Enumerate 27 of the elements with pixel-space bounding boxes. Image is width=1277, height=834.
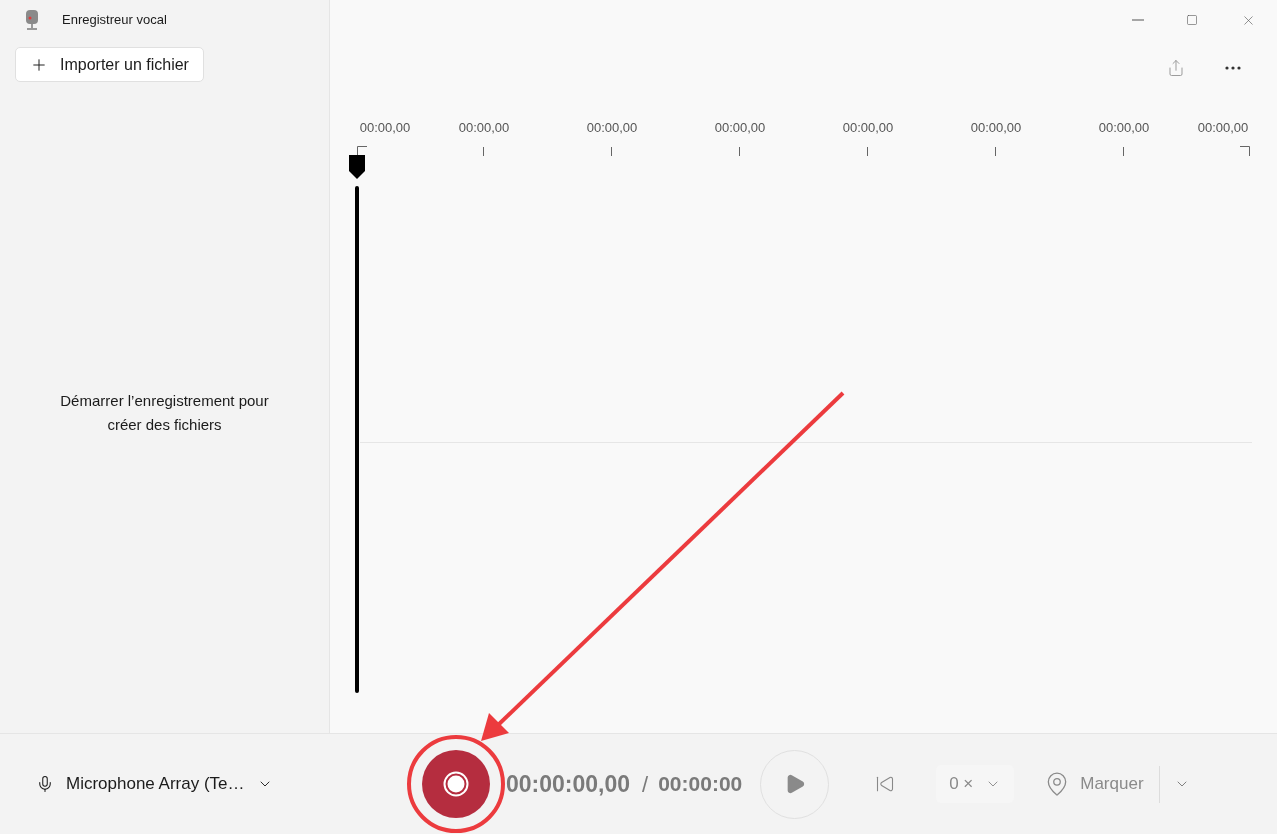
elapsed-time: 00:00:00,00 xyxy=(506,769,631,799)
timeline-time-label: 00:00,00 xyxy=(1098,119,1150,137)
timeline-time-label: 00:00,00 xyxy=(359,119,411,137)
window-title: Enregistreur vocal xyxy=(62,11,167,30)
record-button[interactable] xyxy=(422,750,490,818)
playhead-marker-icon xyxy=(349,155,365,179)
timeline-time-label: 00:00,00 xyxy=(842,119,894,137)
timeline-time-label: 00:00,00 xyxy=(458,119,510,137)
more-icon xyxy=(1225,65,1241,70)
timeline-time-label: 00:00,00 xyxy=(714,119,766,137)
import-file-button[interactable]: Importer un fichier xyxy=(15,47,204,82)
timeline-time-label: 00:00,00 xyxy=(586,119,638,137)
timeline-time-label: 00:00,00 xyxy=(970,119,1022,137)
total-duration: 00:00:00 xyxy=(658,771,743,798)
skip-back-icon xyxy=(875,774,896,794)
time-separator: / xyxy=(642,770,649,799)
maximize-icon xyxy=(1185,14,1198,26)
share-icon xyxy=(1167,58,1185,77)
timeline-time-label: 00:00,00 xyxy=(1197,119,1249,137)
empty-state-message: Démarrer l’enregistrement pour créer des fichiers xyxy=(59,390,270,435)
microphone-selector[interactable]: Microphone Array (Te… xyxy=(36,771,336,797)
ruler-end-bracket xyxy=(1240,146,1250,156)
microphone-icon xyxy=(36,775,54,793)
minimize-icon xyxy=(1132,19,1144,21)
record-icon xyxy=(443,771,469,797)
microphone-app-icon xyxy=(24,9,40,31)
ruler-start-bracket xyxy=(357,146,367,156)
